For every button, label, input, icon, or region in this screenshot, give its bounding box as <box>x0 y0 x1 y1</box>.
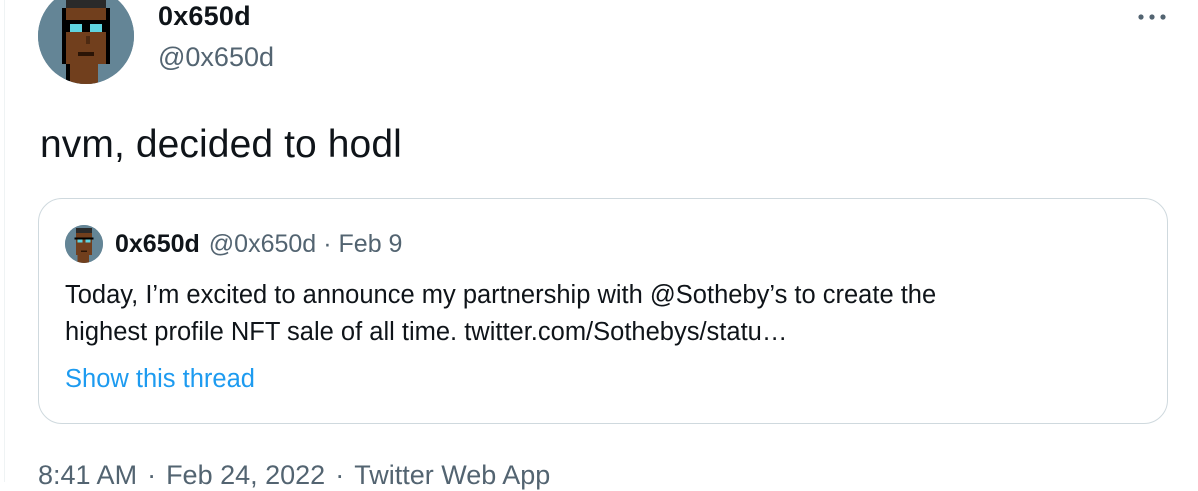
tweet: 0x650d @0x650d nvm, decided to hodl 0x65… <box>0 0 1198 490</box>
more-options-button[interactable] <box>1132 6 1172 28</box>
pixel-punk-avatar-icon <box>38 0 134 84</box>
author-handle[interactable]: @0x650d <box>158 42 274 73</box>
quote-separator: · <box>323 230 332 258</box>
quote-date[interactable]: Feb 9 <box>339 230 403 259</box>
meta-separator: · <box>147 460 157 490</box>
quote-author-name[interactable]: 0x650d <box>115 230 200 259</box>
tweet-metadata: 8:41 AM · Feb 24, 2022 · Twitter Web App <box>38 460 550 491</box>
show-thread-link[interactable]: Show this thread <box>65 365 255 394</box>
timeline-divider <box>4 0 5 482</box>
tweet-time[interactable]: 8:41 AM <box>38 460 137 491</box>
tweet-text: nvm, decided to hodl <box>40 123 402 166</box>
quote-header: 0x650d @0x650d · Feb 9 <box>115 230 402 259</box>
quote-text-line: Today, I’m excited to announce my partne… <box>65 281 937 309</box>
more-dots-icon <box>1138 14 1166 20</box>
meta-separator: · <box>335 460 345 490</box>
tweet-source[interactable]: Twitter Web App <box>354 460 550 491</box>
quote-author-avatar[interactable] <box>65 225 103 263</box>
quoted-tweet-card[interactable]: 0x650d @0x650d · Feb 9 Today, I’m excite… <box>38 198 1168 424</box>
author-name[interactable]: 0x650d <box>158 1 251 32</box>
pixel-punk-avatar-icon <box>65 225 103 263</box>
author-avatar[interactable] <box>38 0 134 84</box>
tweet-date[interactable]: Feb 24, 2022 <box>166 460 325 491</box>
quote-text: Today, I’m excited to announce my partne… <box>65 277 1145 351</box>
quote-text-line: highest profile NFT sale of all time. tw… <box>65 318 788 346</box>
quote-author-handle[interactable]: @0x650d <box>209 230 316 259</box>
